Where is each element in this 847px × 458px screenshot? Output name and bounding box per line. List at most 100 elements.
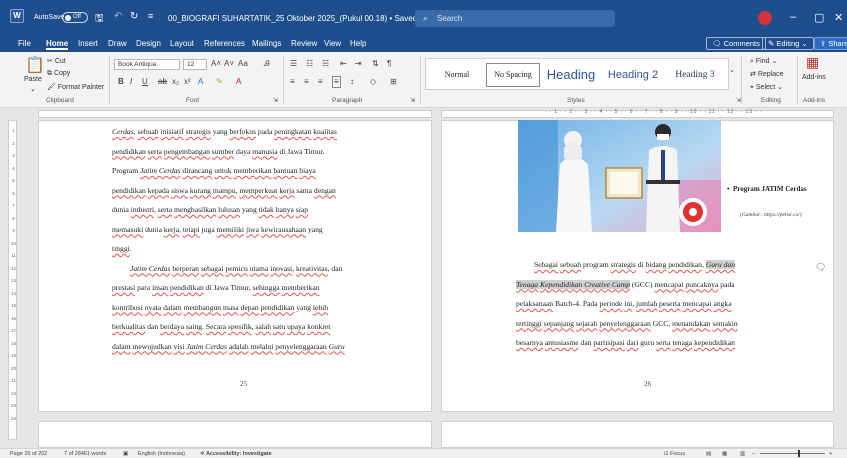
bold-icon[interactable]: B: [118, 77, 124, 87]
replace-button[interactable]: ⇄ Replace: [750, 70, 784, 78]
tab-layout[interactable]: Layout: [170, 39, 194, 48]
close-icon[interactable]: ✕: [834, 11, 843, 24]
zoom-out-icon[interactable]: –: [752, 451, 755, 457]
italic-icon[interactable]: I: [130, 77, 132, 87]
photo-caption-source[interactable]: (Gambar.: https://petisi.co/): [740, 212, 802, 219]
line-spacing-icon[interactable]: ↕: [350, 77, 354, 87]
save-icon[interactable]: 🖫: [95, 11, 104, 28]
share-button[interactable]: ⇪ Share: [814, 37, 847, 50]
search-box[interactable]: ⌕ Search: [415, 10, 615, 27]
page-25-body-text[interactable]: Cerdas, sebuah inisiatif strategis yang …: [112, 122, 376, 356]
redo-icon[interactable]: ↻: [130, 11, 138, 22]
decrease-indent-icon[interactable]: ⇤: [340, 59, 347, 69]
shrink-font-icon[interactable]: A˅: [224, 59, 234, 69]
user-avatar[interactable]: [758, 11, 772, 25]
zoom-in-icon[interactable]: +: [829, 451, 832, 457]
font-family-select[interactable]: Book Antiqua: [114, 59, 180, 70]
ruler-left-page[interactable]: [38, 110, 432, 118]
tab-file[interactable]: File: [18, 39, 31, 48]
style-heading-1[interactable]: Heading: [542, 63, 600, 87]
paragraph-dialog-launcher-icon[interactable]: ⇲: [410, 96, 415, 106]
tab-references[interactable]: References: [204, 39, 245, 48]
increase-indent-icon[interactable]: ⇥: [355, 59, 362, 69]
text-line: pendidikan kepada siswa kurang mampu, me…: [112, 181, 376, 201]
justify-icon[interactable]: ≡: [332, 76, 341, 88]
align-center-icon[interactable]: ≡: [304, 77, 309, 87]
program-photo[interactable]: [518, 120, 721, 232]
comments-button[interactable]: 🗨 Comments: [706, 37, 766, 50]
subscript-icon[interactable]: x₂: [172, 77, 179, 87]
tab-insert[interactable]: Insert: [78, 39, 98, 48]
select-button[interactable]: ⌖ Select ⌄: [750, 83, 783, 92]
web-layout-icon[interactable]: ▥: [740, 451, 745, 457]
page-27[interactable]: [38, 421, 432, 448]
print-layout-icon[interactable]: ▦: [722, 451, 727, 457]
font-size-select[interactable]: 12: [183, 59, 207, 70]
find-button[interactable]: ⌕ Find ⌄: [750, 57, 777, 66]
add-ins-icon[interactable]: ▦: [806, 55, 819, 69]
sort-icon[interactable]: ⇅: [372, 59, 379, 69]
language[interactable]: English (Indonesia): [138, 451, 185, 457]
zoom-slider-thumb[interactable]: [798, 450, 800, 457]
document-title[interactable]: 00_BIOGRAFI SUHARTATIK_25 Oktober 2025_(…: [168, 14, 425, 23]
align-right-icon[interactable]: ≡: [318, 77, 323, 87]
styles-more-icon[interactable]: ⌄: [729, 66, 735, 76]
paste-chevron-icon[interactable]: ⌄: [30, 85, 36, 93]
photo-caption-title[interactable]: • Program JATIM Cerdas: [727, 185, 823, 195]
editing-mode-button[interactable]: ✎ Editing ⌄: [762, 37, 814, 50]
page-count[interactable]: Page 26 of 202: [10, 451, 47, 457]
multilevel-list-icon[interactable]: ☵: [322, 59, 329, 69]
style-heading-3[interactable]: Heading 3: [666, 63, 724, 87]
page-28[interactable]: [441, 421, 834, 448]
style-no-spacing[interactable]: No Spacing: [486, 63, 540, 87]
vertical-ruler[interactable]: 1 2 3 4 5 6 7 8 9 10 11 12 13 14 15 16 17 18 19 20 21 22 23 24: [8, 120, 17, 440]
borders-icon[interactable]: ⊞: [390, 77, 397, 87]
text-run: Guru: [328, 341, 345, 351]
customize-qat-icon[interactable]: ≡: [148, 11, 153, 21]
highlight-icon[interactable]: ✎: [216, 77, 223, 87]
show-formatting-icon[interactable]: ¶: [387, 59, 391, 69]
proofing-icon[interactable]: ▣: [123, 451, 128, 457]
comment-marker-icon[interactable]: 🗨: [815, 262, 826, 273]
minimize-icon[interactable]: –: [790, 11, 796, 23]
tab-home[interactable]: Home: [46, 39, 69, 50]
tab-draw[interactable]: Draw: [108, 39, 127, 48]
focus-button[interactable]: ⊡ Focus: [664, 451, 685, 457]
add-ins-button[interactable]: Add-ins: [802, 74, 826, 81]
cut-button[interactable]: ✂ Cut: [47, 57, 66, 65]
autosave-toggle[interactable]: Off: [62, 12, 88, 23]
bullets-icon[interactable]: ☰: [290, 59, 297, 69]
accessibility-status[interactable]: ✲ Accessibility: Investigate: [200, 451, 272, 457]
text-run: lulusan: [218, 205, 241, 214]
paste-button[interactable]: Paste: [24, 76, 42, 83]
text-effects-icon[interactable]: A: [198, 77, 203, 87]
tab-help[interactable]: Help: [350, 39, 366, 48]
underline-icon[interactable]: U: [142, 77, 148, 87]
style-normal[interactable]: Normal: [430, 63, 484, 87]
shading-icon[interactable]: ◇: [370, 77, 376, 87]
tab-mailings[interactable]: Mailings: [252, 39, 281, 48]
font-dialog-launcher-icon[interactable]: ⇲: [273, 96, 278, 106]
read-mode-icon[interactable]: ▤: [706, 451, 711, 457]
format-painter-button[interactable]: 🖌 Format Painter: [47, 83, 104, 91]
numbering-icon[interactable]: ☷: [306, 59, 313, 69]
zoom-slider[interactable]: [760, 450, 825, 457]
word-app-icon[interactable]: W: [10, 9, 24, 23]
font-color-icon[interactable]: A: [236, 77, 241, 87]
restore-icon[interactable]: ▢: [814, 11, 824, 24]
undo-icon[interactable]: ↶: [114, 11, 122, 22]
change-case-icon[interactable]: Aa: [238, 59, 248, 69]
word-count[interactable]: 7 of 28461 words: [64, 451, 106, 457]
tab-design[interactable]: Design: [136, 39, 161, 48]
strikethrough-icon[interactable]: ab: [158, 77, 167, 87]
superscript-icon[interactable]: x²: [184, 77, 191, 87]
paste-icon[interactable]: 📋: [25, 58, 45, 74]
tab-review[interactable]: Review: [291, 39, 317, 48]
align-left-icon[interactable]: ≡: [290, 77, 295, 87]
style-heading-2[interactable]: Heading 2: [603, 63, 663, 87]
page-26-body-text[interactable]: Sebagai sebuah program strategis di bida…: [516, 255, 782, 353]
grow-font-icon[interactable]: A˄: [211, 59, 221, 69]
clear-formatting-icon[interactable]: Ꭿ: [264, 59, 270, 69]
copy-button[interactable]: ⧉ Copy: [47, 70, 70, 78]
tab-view[interactable]: View: [324, 39, 341, 48]
